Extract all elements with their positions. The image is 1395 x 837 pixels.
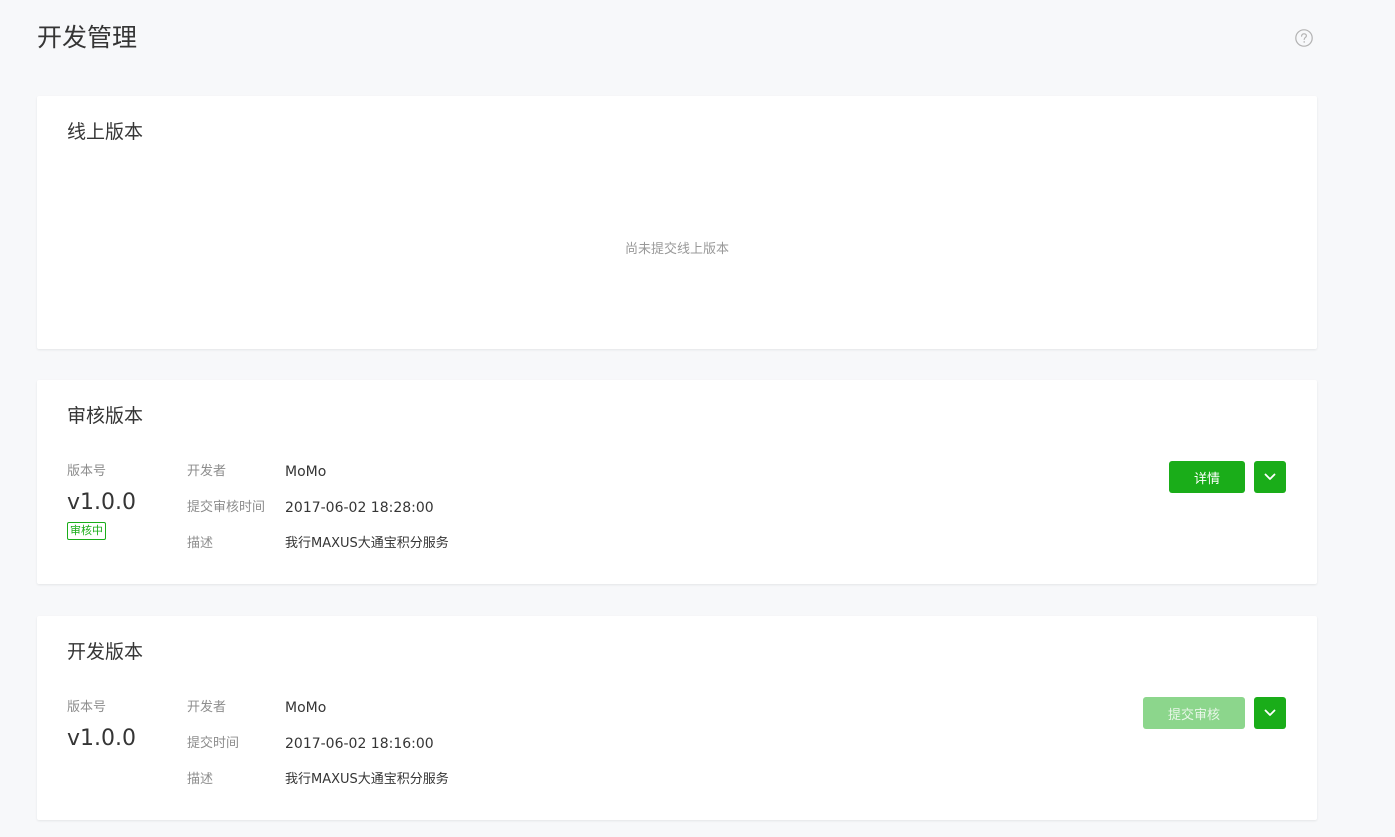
- review-developer-label: 开发者: [187, 464, 227, 479]
- dev-version-info: 版本号 v1.0.0 开发者 MoMo 提交时间 2017-06-02 18:1…: [67, 698, 867, 808]
- dev-developer-value: MoMo: [285, 700, 327, 716]
- dev-dropdown-button[interactable]: [1254, 697, 1286, 729]
- chevron-down-icon: [1264, 473, 1276, 480]
- detail-button[interactable]: 详情: [1169, 461, 1245, 493]
- review-time-value: 2017-06-02 18:28:00: [285, 500, 434, 516]
- review-dropdown-button[interactable]: [1254, 461, 1286, 493]
- online-version-title: 线上版本: [67, 121, 144, 143]
- dev-version-label: 版本号: [67, 700, 107, 715]
- dev-time-value: 2017-06-02 18:16:00: [285, 736, 434, 752]
- online-version-card: 线上版本 尚未提交线上版本: [37, 96, 1317, 349]
- review-version-label: 版本号: [67, 464, 107, 479]
- submit-review-button[interactable]: 提交审核: [1143, 697, 1245, 729]
- chevron-down-icon: [1264, 709, 1276, 716]
- review-version-title: 审核版本: [67, 405, 144, 427]
- review-version-card: 审核版本 版本号 v1.0.0 审核中 开发者 MoMo 提交审核时间 2017…: [37, 380, 1317, 584]
- dev-desc-label: 描述: [187, 772, 214, 787]
- dev-developer-label: 开发者: [187, 700, 227, 715]
- dev-time-label: 提交时间: [187, 736, 240, 751]
- dev-version-title: 开发版本: [67, 641, 144, 663]
- online-version-empty-text: 尚未提交线上版本: [624, 242, 729, 257]
- review-version-info: 版本号 v1.0.0 审核中 开发者 MoMo 提交审核时间 2017-06-0…: [67, 462, 867, 572]
- status-badge: 审核中: [67, 522, 106, 540]
- question-circle-icon-graphic: [1295, 29, 1313, 47]
- review-developer-value: MoMo: [285, 464, 327, 480]
- dev-version-number: v1.0.0: [67, 726, 136, 751]
- page-title: 开发管理: [37, 23, 138, 52]
- dev-desc-value: 我行MAXUS大通宝积分服务: [285, 772, 449, 787]
- review-version-number: v1.0.0: [67, 490, 136, 515]
- review-time-label: 提交审核时间: [187, 500, 266, 515]
- question-circle-icon[interactable]: [1295, 29, 1313, 47]
- review-desc-value: 我行MAXUS大通宝积分服务: [285, 536, 449, 551]
- review-desc-label: 描述: [187, 536, 214, 551]
- dev-version-card: 开发版本 版本号 v1.0.0 开发者 MoMo 提交时间 2017-06-02…: [37, 616, 1317, 820]
